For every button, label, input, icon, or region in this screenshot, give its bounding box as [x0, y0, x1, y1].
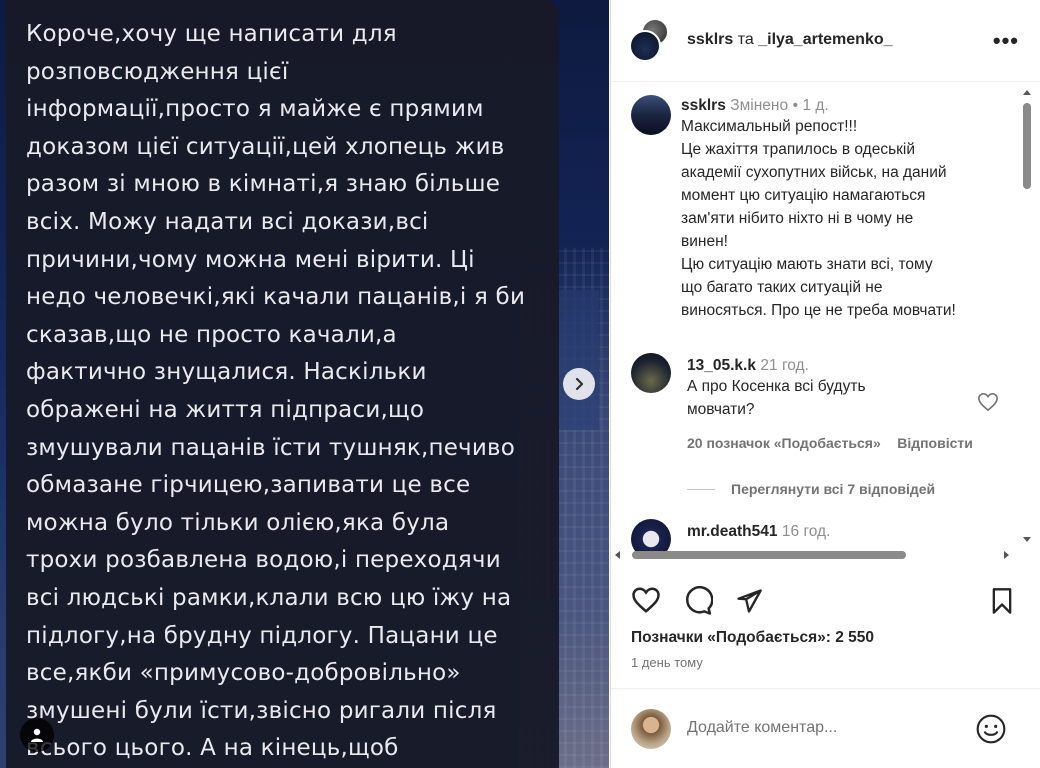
message-line: сказав,що не просто качали,а [26, 321, 397, 348]
message-line: обмазане гірчицею,запивати це все [26, 472, 471, 499]
message-line: фактично знущалися. Наскільки [26, 359, 427, 386]
view-replies[interactable]: Переглянути всі 7 відповідей [687, 481, 935, 497]
next-image-button[interactable] [563, 368, 595, 400]
caption-line: академії сухопутних військ, на даний [681, 164, 947, 181]
action-bar [611, 582, 1040, 622]
like-heart-icon[interactable] [631, 586, 661, 614]
message-line: ображені на життя підпраси,що [26, 396, 425, 423]
authors-conjunction: та [737, 31, 754, 48]
comment-time[interactable]: 21 год. [760, 357, 809, 374]
message-line: підлогу,на брудну підлогу. Пацани це [26, 622, 498, 649]
replies-line [687, 488, 715, 490]
comments-list: ssklrs Змінено • 1 д. Максимальный репос… [611, 83, 1040, 563]
add-comment-bar [611, 689, 1040, 768]
comment: mr.death541 16 год. [687, 523, 830, 541]
avatar[interactable] [631, 95, 671, 135]
caption-line: виносяться. Про це не треба мовчати! [681, 302, 956, 319]
comment-text-line: мовчати? [687, 401, 755, 418]
post-authors: ssklrs та _ilya_artemenko_ [687, 31, 893, 49]
bookmark-icon[interactable] [989, 587, 1015, 615]
comment-likes[interactable]: 20 позначок «Подобається» [687, 435, 881, 451]
message-text: Короче,хочу ще написати для розповсюдженн… [26, 16, 551, 768]
user-icon [31, 728, 43, 742]
message-line: все,якби «примусово-добровільно» [26, 660, 461, 687]
message-line: змушували пацанів їсти тушняк,печиво [26, 434, 516, 461]
edited-label: Змінено [730, 97, 789, 114]
meta-separator: • [792, 97, 798, 114]
likes-count[interactable]: Позначки «Подобається»: 2 550 [631, 629, 874, 647]
post-time[interactable]: 1 день тому [631, 655, 703, 670]
post-sidebar: ssklrs та _ilya_artemenko_ ••• ssklrs Зм… [610, 0, 1040, 768]
message-line: розповсюдження цієї [26, 58, 289, 85]
avatar[interactable] [631, 353, 671, 393]
comments-horizontal-scrollbar[interactable] [612, 547, 1020, 563]
comment-time[interactable]: 16 год. [782, 523, 831, 540]
chevron-right-icon [575, 377, 584, 391]
building-silhouette [559, 290, 599, 430]
comment-bubble-icon[interactable] [683, 586, 713, 616]
share-send-icon[interactable] [735, 587, 763, 615]
message-line: можна було тільки олією,яка була [26, 509, 450, 536]
caption-line: що багато таких ситуацій не [681, 279, 883, 296]
tagged-users-button[interactable] [20, 718, 54, 752]
message-line: інформації,просто я майже є прямим [26, 96, 484, 123]
comments-vertical-scrollbar[interactable] [1019, 85, 1035, 547]
message-line: всього цього. А на кінець,щоб [26, 735, 399, 762]
post-media: Короче,хочу ще написати для розповсюдженн… [0, 0, 609, 768]
caption-line: момент цю ситуацію намагаються [681, 187, 926, 204]
caption-line: Це жахіття трапилось в одеській [681, 141, 916, 158]
message-screenshot: Короче,хочу ще написати для розповсюдженн… [6, 0, 559, 768]
message-line: разом зі мною в кімнаті,я знаю більше [26, 171, 501, 198]
current-user-avatar [631, 709, 671, 749]
message-line: причини,чому можна мені вірити. Ці [26, 246, 475, 273]
caption-time[interactable]: 1 д. [802, 97, 828, 114]
reply-button[interactable]: Відповісти [897, 435, 973, 451]
author-link[interactable]: ssklrs [687, 31, 733, 48]
emoji-icon[interactable] [975, 713, 1007, 745]
post-header: ssklrs та _ilya_artemenko_ ••• [611, 0, 1040, 82]
comment-username[interactable]: 13_05.k.k [687, 357, 756, 374]
message-line: доказом цієї ситуації,цей хлопець жив [26, 133, 505, 160]
message-line: трохи розбавлена водою,і переходячи [26, 547, 501, 574]
caption: ssklrs Змінено • 1 д. Максимальный репос… [681, 97, 1021, 322]
message-line: Короче,хочу ще написати для [26, 21, 397, 47]
message-line: всі людські рамки,клали всю цю їжу на [26, 584, 512, 611]
comment-text-line: А про Косенка всі будуть [687, 378, 866, 395]
comment-input[interactable] [687, 719, 967, 737]
caption-line: Цю ситуацію мають знати всі, тому [681, 256, 933, 273]
author-avatar [629, 30, 661, 62]
message-line: змушені були їсти,звісно ригали після [26, 697, 497, 724]
heart-icon[interactable] [977, 392, 999, 412]
message-line: всіх. Можу надати всі докази,всі [26, 208, 429, 235]
comment-username[interactable]: mr.death541 [687, 523, 777, 540]
more-options-icon[interactable]: ••• [993, 28, 1019, 54]
caption-line: Максимальный репост!!! [681, 118, 858, 135]
view-replies-label[interactable]: Переглянути всі 7 відповідей [731, 481, 935, 497]
caption-line: винен! [681, 233, 728, 250]
caption-username[interactable]: ssklrs [681, 97, 726, 114]
comment-text: А про Косенка всі будуть мовчати? [687, 375, 987, 421]
caption-line: зам'яти нібито ніхто ні в чому не [681, 210, 914, 227]
message-line: недо человечкі,які качали пацанів,і я би [26, 284, 526, 311]
caption-text: Максимальный репост!!! Це жахіття трапило… [681, 115, 1021, 322]
coauthor-link[interactable]: _ilya_artemenko_ [758, 31, 892, 48]
comment: 13_05.k.k 21 год. А про Косенка всі буду… [687, 357, 987, 453]
author-avatars[interactable] [629, 18, 675, 64]
